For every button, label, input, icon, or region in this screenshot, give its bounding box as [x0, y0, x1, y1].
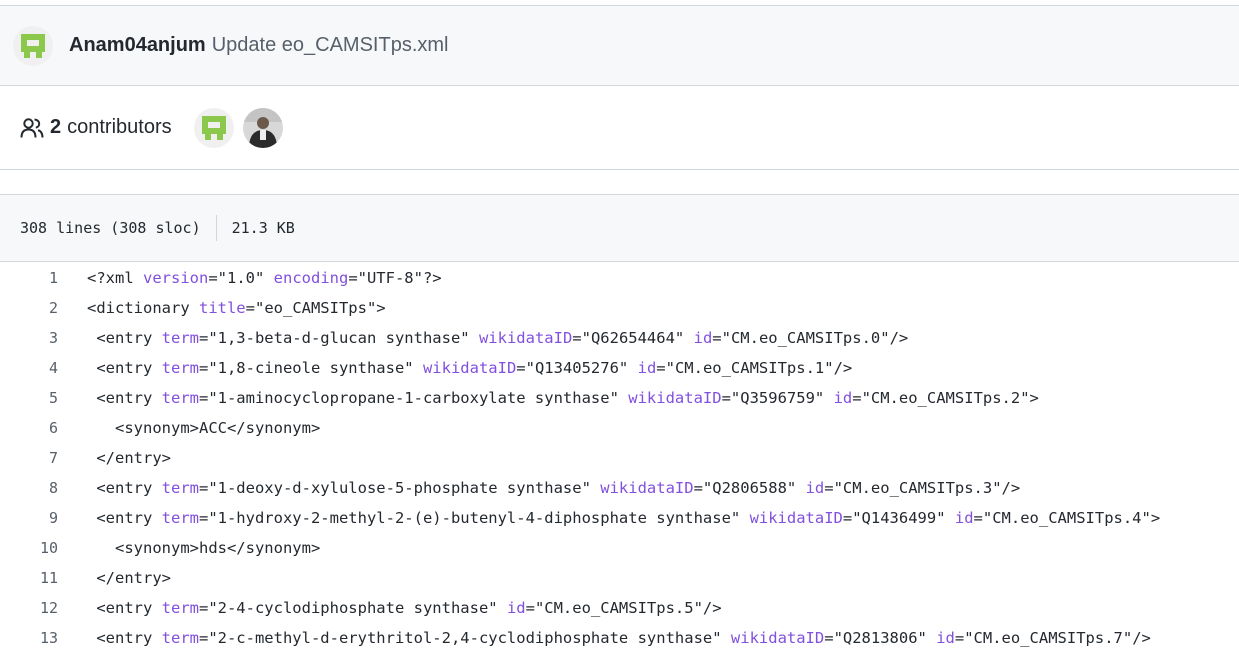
- line-content: <entry term="1-deoxy-d-xylulose-5-phosph…: [87, 479, 1021, 497]
- code-line: 10 <synonym>hds</synonym>: [0, 533, 1239, 563]
- file-info-header: 308 lines (308 sloc) 21.3 KB: [0, 194, 1239, 262]
- line-number[interactable]: 5: [0, 389, 58, 407]
- line-number[interactable]: 3: [0, 329, 58, 347]
- code-line: 4 <entry term="1,8-cineole synthase" wik…: [0, 353, 1239, 383]
- code-view: 1 <?xml version="1.0" encoding="UTF-8"?>…: [0, 263, 1239, 649]
- latest-commit-bar: Anam04anjum Update eo_CAMSITps.xml: [0, 5, 1239, 86]
- line-number[interactable]: 2: [0, 299, 58, 317]
- contributor-avatar-identicon[interactable]: [193, 107, 234, 148]
- code-line: 9 <entry term="1-hydroxy-2-methyl-2-(e)-…: [0, 503, 1239, 533]
- line-content: <synonym>ACC</synonym>: [87, 419, 321, 437]
- line-content: </entry>: [87, 569, 171, 587]
- author-avatar[interactable]: [13, 25, 53, 66]
- line-content: <?xml version="1.0" encoding="UTF-8"?>: [87, 269, 442, 287]
- line-content: <entry term="1,3-beta-d-glucan synthase"…: [87, 329, 909, 347]
- line-number[interactable]: 10: [0, 539, 58, 557]
- contributor-avatar-photo[interactable]: [242, 107, 283, 148]
- line-content: <entry term="2-4-cyclodiphosphate syntha…: [87, 599, 722, 617]
- line-number[interactable]: 4: [0, 359, 58, 377]
- code-line: 11 </entry>: [0, 563, 1239, 593]
- file-info-divider: [215, 215, 217, 241]
- line-content: <entry term="2-c-methyl-d-erythritol-2,4…: [87, 629, 1151, 647]
- file-size: 21.3 KB: [231, 219, 295, 237]
- contributors-link[interactable]: 2 contributors: [20, 116, 172, 139]
- code-line: 5 <entry term="1-aminocyclopropane-1-car…: [0, 383, 1239, 413]
- line-number[interactable]: 9: [0, 509, 58, 527]
- line-number[interactable]: 6: [0, 419, 58, 437]
- line-content: <synonym>hds</synonym>: [87, 539, 321, 557]
- line-number[interactable]: 11: [0, 569, 58, 587]
- contributors-count: 2: [50, 116, 62, 138]
- contributor-avatars: [193, 107, 292, 148]
- line-content: <dictionary title="eo_CAMSITps">: [87, 299, 386, 317]
- line-number[interactable]: 13: [0, 629, 58, 647]
- contributors-bar: 2 contributors: [0, 86, 1239, 170]
- code-line: 2 <dictionary title="eo_CAMSITps">: [0, 293, 1239, 323]
- code-line: 6 <synonym>ACC</synonym>: [0, 413, 1239, 443]
- line-content: <entry term="1,8-cineole synthase" wikid…: [87, 359, 853, 377]
- code-line: 12 <entry term="2-4-cyclodiphosphate syn…: [0, 593, 1239, 623]
- contributors-label: contributors: [67, 116, 172, 138]
- line-content: <entry term="1-hydroxy-2-methyl-2-(e)-bu…: [87, 509, 1161, 527]
- code-line: 1 <?xml version="1.0" encoding="UTF-8"?>: [0, 263, 1239, 293]
- code-line: 7 </entry>: [0, 443, 1239, 473]
- line-number[interactable]: 12: [0, 599, 58, 617]
- people-icon: [20, 117, 44, 139]
- line-number[interactable]: 7: [0, 449, 58, 467]
- code-line: 13 <entry term="2-c-methyl-d-erythritol-…: [0, 623, 1239, 649]
- line-content: </entry>: [87, 449, 171, 467]
- code-line: 8 <entry term="1-deoxy-d-xylulose-5-phos…: [0, 473, 1239, 503]
- line-content: <entry term="1-aminocyclopropane-1-carbo…: [87, 389, 1039, 407]
- code-line: 3 <entry term="1,3-beta-d-glucan synthas…: [0, 323, 1239, 353]
- file-line-count: 308 lines (308 sloc): [20, 219, 201, 237]
- line-number[interactable]: 1: [0, 269, 58, 287]
- commit-message-link[interactable]: Update eo_CAMSITps.xml: [212, 34, 449, 57]
- line-number[interactable]: 8: [0, 479, 58, 497]
- commit-author-link[interactable]: Anam04anjum: [69, 34, 206, 57]
